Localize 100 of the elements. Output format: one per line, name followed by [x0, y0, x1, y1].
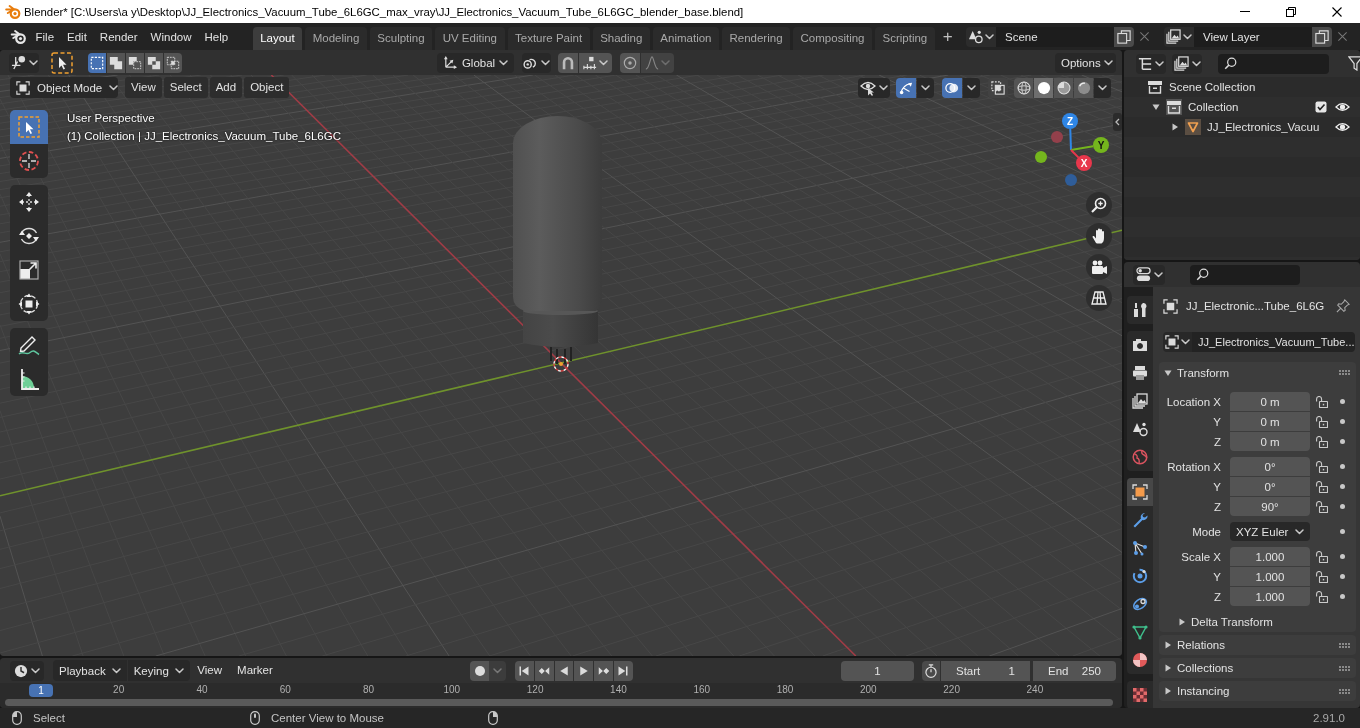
properties-tab[interactable] — [1127, 296, 1153, 324]
display-mode-dropdown[interactable] — [1136, 53, 1166, 74]
number-field[interactable]: 0 m — [1230, 412, 1310, 431]
triangle-right-icon[interactable] — [1164, 641, 1172, 649]
timeline-dropdown[interactable]: Keying — [127, 660, 190, 681]
snap-toggle[interactable] — [558, 52, 578, 73]
triangle-right-icon[interactable] — [1178, 618, 1186, 626]
proportional-editing-toggle[interactable] — [620, 52, 640, 73]
workspace-tab[interactable]: Scripting — [875, 27, 935, 50]
select-mode-button[interactable] — [107, 52, 125, 73]
triangle-right-icon[interactable] — [1171, 123, 1179, 131]
properties-tab[interactable] — [1127, 681, 1153, 708]
chevron-left-icon[interactable] — [1113, 113, 1122, 131]
outliner-item[interactable]: Collection — [1188, 101, 1239, 113]
dot-icon[interactable] — [1340, 439, 1345, 444]
scene-browse-button[interactable] — [966, 26, 996, 47]
tool-button[interactable] — [10, 185, 48, 219]
outliner-item[interactable]: JJ_Electronics_Vacuu — [1207, 121, 1320, 133]
dot-icon[interactable] — [1340, 594, 1345, 599]
properties-tab[interactable] — [1127, 646, 1153, 674]
current-frame-indicator[interactable]: 1 — [29, 684, 53, 697]
dot-icon[interactable] — [1340, 574, 1345, 579]
preview-range-toggle[interactable] — [922, 660, 940, 681]
number-field[interactable]: 1.000 — [1230, 567, 1310, 586]
select-mode-button[interactable] — [126, 52, 144, 73]
padlock-open-icon[interactable] — [1316, 550, 1328, 563]
new-view-layer-button[interactable] — [1312, 26, 1332, 47]
object-name-field[interactable]: JJ_Electronics_Vacuum_Tube... — [1192, 332, 1355, 352]
triangle-right-icon[interactable] — [1164, 687, 1172, 695]
outliner-item[interactable]: Scene Collection — [1169, 81, 1256, 93]
workspace-tab[interactable]: Animation — [652, 27, 719, 50]
number-field[interactable]: 0 m — [1230, 392, 1310, 411]
tool-button[interactable] — [10, 362, 48, 396]
workspace-tab[interactable]: Layout — [252, 27, 303, 50]
number-field[interactable]: 90° — [1230, 497, 1310, 516]
rotation-mode-dropdown[interactable]: XYZ Euler — [1230, 522, 1310, 541]
dot-icon[interactable] — [1340, 504, 1345, 509]
select-mode-button[interactable] — [88, 52, 106, 73]
number-field[interactable]: 0° — [1230, 477, 1310, 496]
object-browse-button[interactable] — [1163, 332, 1192, 352]
view-layer-filter-dropdown[interactable] — [1172, 53, 1202, 74]
padlock-open-icon[interactable] — [1316, 395, 1328, 408]
padlock-open-icon[interactable] — [1316, 570, 1328, 583]
timeline-scrollbar[interactable] — [5, 699, 1113, 706]
triangle-down-icon[interactable] — [1164, 368, 1172, 377]
checkbox[interactable] — [1315, 101, 1327, 113]
auto-keying-toggle[interactable] — [470, 660, 489, 681]
overlays-toggle[interactable] — [942, 77, 962, 98]
panel-header[interactable]: Relations — [1159, 635, 1356, 655]
restore-icon[interactable] — [1286, 6, 1296, 17]
padlock-open-icon[interactable] — [1316, 480, 1328, 493]
add-workspace-button[interactable]: + — [942, 26, 953, 47]
playback-button[interactable] — [574, 660, 594, 681]
dot-icon[interactable] — [1340, 464, 1345, 469]
menu-item[interactable]: Edit — [60, 26, 94, 47]
menu-item[interactable]: View — [125, 77, 162, 98]
dot-icon[interactable] — [1340, 399, 1345, 404]
menu-item[interactable]: File — [29, 26, 61, 47]
workspace-tab[interactable]: UV Editing — [435, 27, 505, 50]
current-frame-field[interactable]: 1 — [841, 660, 914, 681]
app-logo-icon[interactable] — [10, 28, 27, 45]
dot-icon[interactable] — [1340, 529, 1345, 534]
number-field[interactable]: 1.000 — [1230, 547, 1310, 566]
properties-tab[interactable] — [1127, 478, 1153, 506]
menu-item[interactable]: Add — [209, 77, 243, 98]
number-field[interactable]: 0° — [1230, 457, 1310, 476]
number-field[interactable]: 0 m — [1230, 432, 1310, 451]
padlock-open-icon[interactable] — [1316, 500, 1328, 513]
eye-icon[interactable] — [1335, 101, 1350, 113]
dot-icon[interactable] — [1340, 419, 1345, 424]
search-field[interactable] — [1218, 53, 1329, 74]
x-ray-toggle[interactable] — [988, 77, 1008, 98]
select-mode-button[interactable] — [145, 52, 163, 73]
panel-header[interactable]: Collections — [1159, 658, 1356, 678]
workspace-tab[interactable]: Modeling — [305, 27, 367, 50]
menu-item[interactable]: Object — [244, 77, 290, 98]
properties-tab[interactable] — [1127, 331, 1153, 359]
pivot-point-dropdown[interactable] — [522, 52, 551, 73]
workspace-tab[interactable]: Texture Paint — [507, 27, 590, 50]
snap-target-dropdown[interactable] — [579, 52, 612, 73]
funnel-icon[interactable] — [1348, 56, 1360, 71]
menu-item[interactable]: Render — [93, 26, 145, 47]
playback-button[interactable] — [554, 660, 574, 681]
falloff-dropdown[interactable] — [641, 52, 674, 73]
mode-dropdown[interactable]: Object Mode — [10, 77, 118, 98]
subpanel-header[interactable]: Delta Transform — [1159, 612, 1356, 632]
end-frame-field[interactable]: End 250 — [1033, 660, 1116, 681]
options-dropdown[interactable]: Options — [1055, 52, 1116, 73]
padlock-open-icon[interactable] — [1316, 415, 1328, 428]
start-frame-field[interactable]: Start 1 — [941, 660, 1030, 681]
panel-header[interactable]: Transform — [1159, 362, 1356, 383]
search-field[interactable] — [1190, 264, 1300, 285]
menu-item[interactable]: Help — [198, 26, 235, 47]
y-axis-handle[interactable]: Y — [1070, 137, 1109, 153]
menu-item[interactable]: View — [189, 660, 230, 681]
padlock-open-icon[interactable] — [1316, 435, 1328, 448]
workspace-tab[interactable]: Sculpting — [369, 27, 433, 50]
tool-button[interactable] — [10, 144, 48, 178]
close-icon[interactable] — [1332, 6, 1342, 17]
timeline-dropdown[interactable]: Playback — [53, 660, 127, 681]
